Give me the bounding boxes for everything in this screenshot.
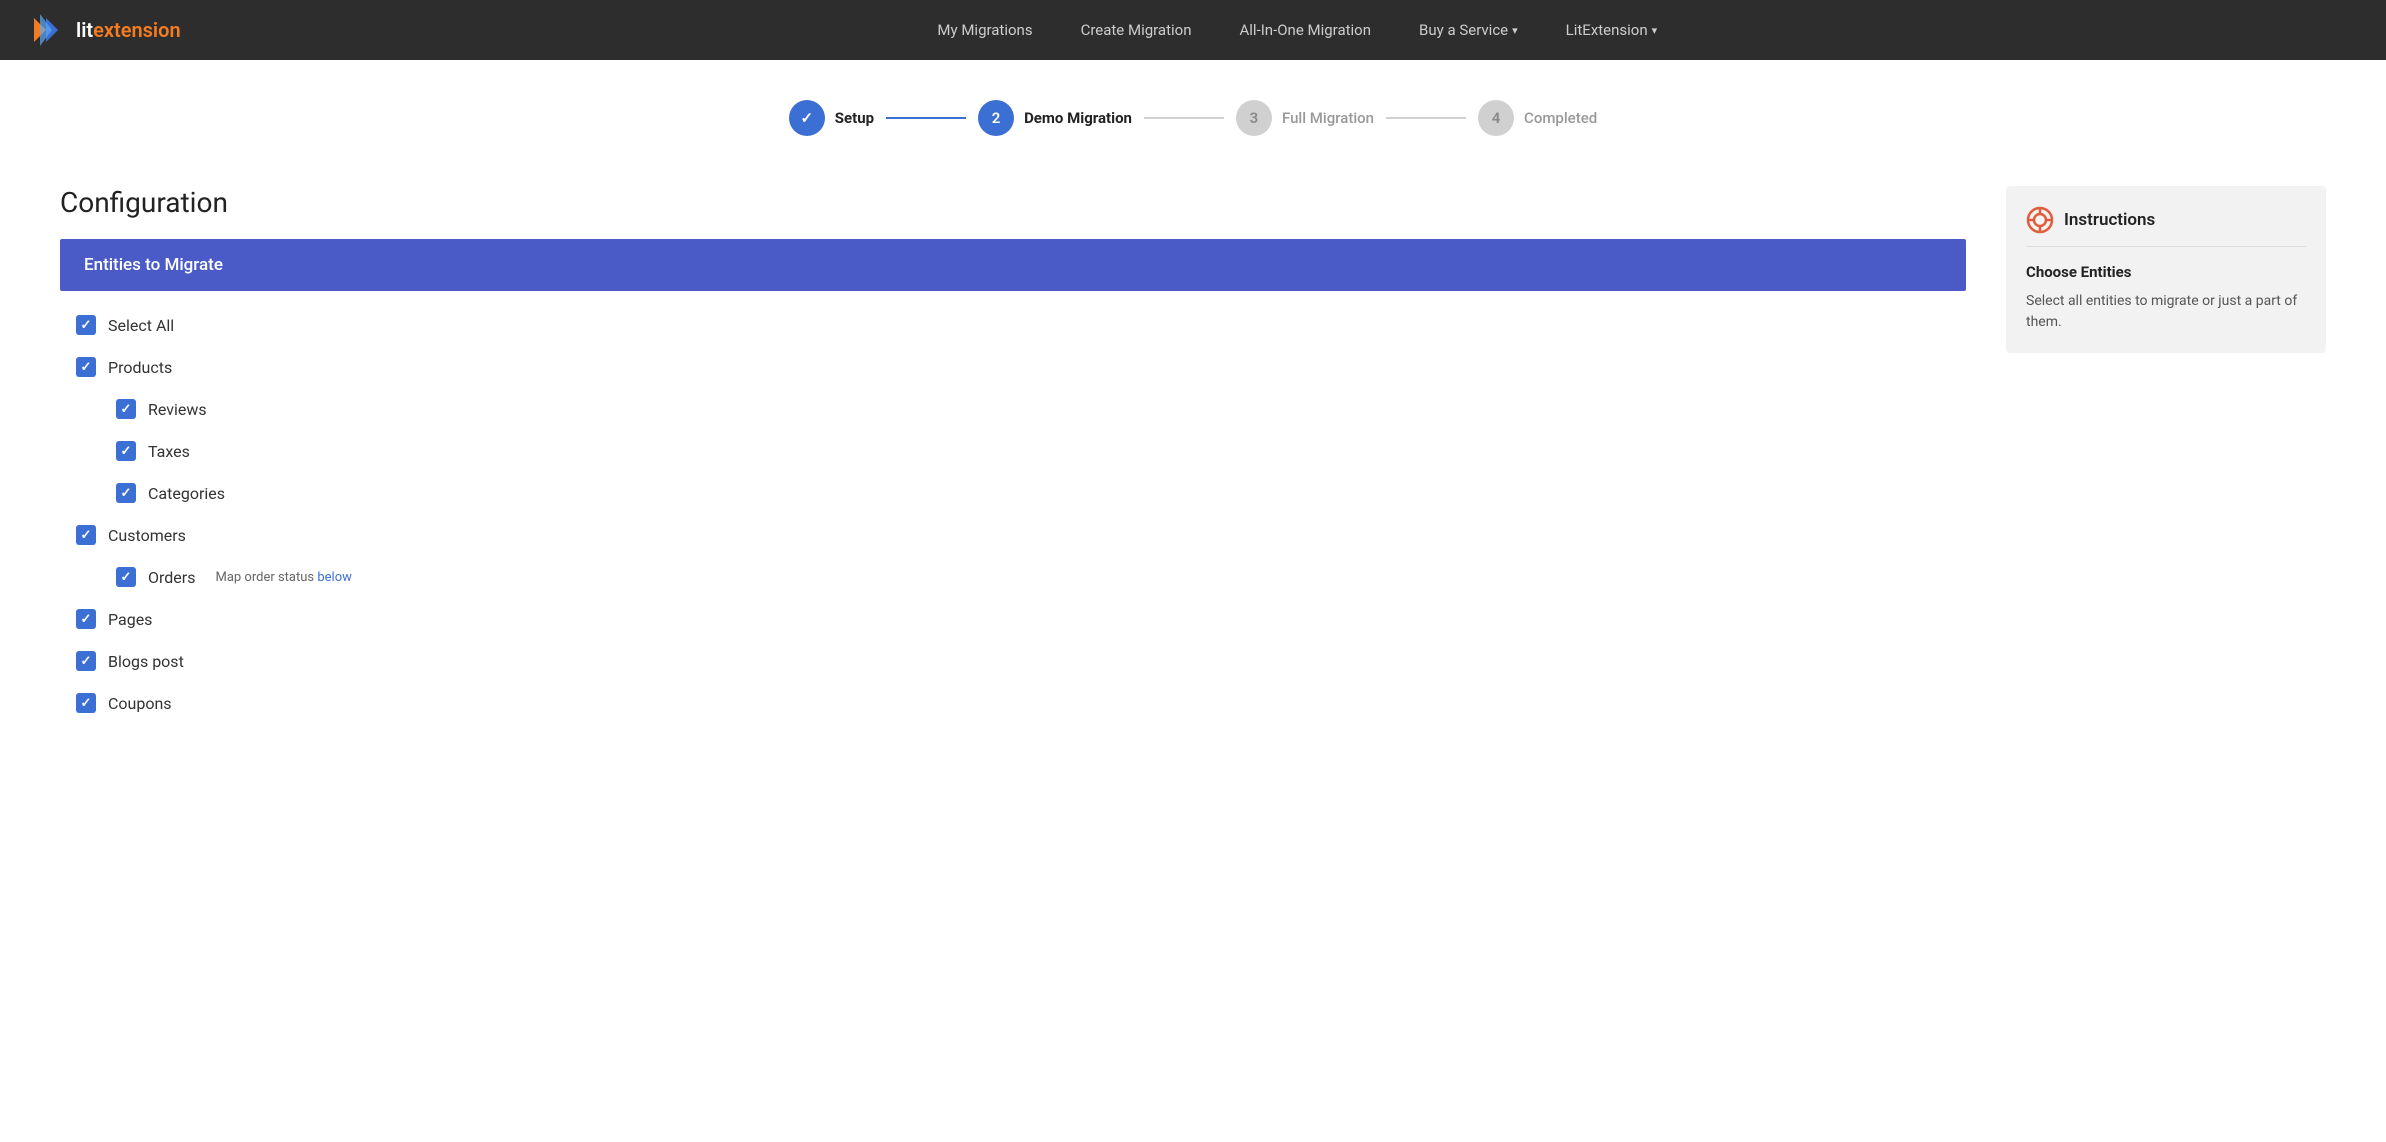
entity-reviews-label: Reviews [148, 400, 207, 419]
logo-ext-text: extension [93, 18, 181, 42]
checkbox-blogs[interactable] [76, 651, 96, 671]
instructions-title: Instructions [2064, 210, 2155, 230]
step-completed-label: Completed [1524, 109, 1597, 127]
instructions-panel: Instructions Choose Entities Select all … [2006, 186, 2326, 353]
lifebuoy-icon [2026, 206, 2054, 234]
entity-pages: Pages [76, 609, 1966, 629]
step-full: 3 Full Migration [1236, 100, 1374, 136]
instructions-subtitle: Choose Entities [2026, 263, 2306, 281]
step-completed-circle: 4 [1478, 100, 1514, 136]
checkbox-select-all[interactable] [76, 315, 96, 335]
checkbox-coupons[interactable] [76, 693, 96, 713]
step-full-label: Full Migration [1282, 109, 1374, 127]
nav-links: My Migrations Create Migration All-In-On… [241, 21, 2354, 39]
config-panel: Configuration Entities to Migrate Select… [60, 186, 1966, 735]
config-title: Configuration [60, 186, 1966, 219]
checkbox-orders[interactable] [116, 567, 136, 587]
connector-1 [886, 117, 966, 119]
entity-blogs: Blogs post [76, 651, 1966, 671]
map-order-note: Map order status below [215, 570, 351, 585]
step-completed: 4 Completed [1478, 100, 1597, 136]
step-setup: ✓ Setup [789, 100, 874, 136]
content-layout: Configuration Entities to Migrate Select… [60, 186, 2326, 735]
step-full-circle: 3 [1236, 100, 1272, 136]
nav-create-migration[interactable]: Create Migration [1081, 21, 1192, 39]
stepper: ✓ Setup 2 Demo Migration 3 Full Migratio… [60, 100, 2326, 136]
step-setup-circle: ✓ [789, 100, 825, 136]
entity-pages-label: Pages [108, 610, 152, 629]
connector-2 [1144, 117, 1224, 119]
litextension-chevron: ▾ [1652, 24, 1658, 37]
step-demo-label: Demo Migration [1024, 109, 1132, 127]
entity-customers: Customers [76, 525, 1966, 545]
step-setup-label: Setup [835, 109, 874, 127]
logo-lit-text: lit [76, 18, 93, 42]
entity-taxes: Taxes [76, 441, 1966, 461]
entity-products-label: Products [108, 358, 172, 377]
navbar: litextension My Migrations Create Migrat… [0, 0, 2386, 60]
nav-all-in-one[interactable]: All-In-One Migration [1240, 21, 1372, 39]
entity-list: Select All Products Reviews Taxes [60, 315, 1966, 713]
map-order-link[interactable]: below [317, 570, 352, 585]
nav-litextension[interactable]: LitExtension ▾ [1566, 21, 1658, 39]
logo[interactable]: litextension [32, 12, 181, 48]
entity-categories-label: Categories [148, 484, 225, 503]
nav-my-migrations[interactable]: My Migrations [937, 21, 1032, 39]
entity-products: Products [76, 357, 1966, 377]
checkbox-pages[interactable] [76, 609, 96, 629]
checkbox-customers[interactable] [76, 525, 96, 545]
entities-header: Entities to Migrate [60, 239, 1966, 291]
entity-blogs-label: Blogs post [108, 652, 184, 671]
main-content: ✓ Setup 2 Demo Migration 3 Full Migratio… [0, 60, 2386, 1142]
checkbox-taxes[interactable] [116, 441, 136, 461]
entity-orders: Orders Map order status below [76, 567, 1966, 587]
entity-select-all-label: Select All [108, 316, 174, 335]
checkbox-products[interactable] [76, 357, 96, 377]
checkbox-categories[interactable] [116, 483, 136, 503]
buy-service-chevron: ▾ [1512, 24, 1518, 37]
entity-coupons: Coupons [76, 693, 1966, 713]
step-demo: 2 Demo Migration [978, 100, 1132, 136]
entity-customers-label: Customers [108, 526, 186, 545]
connector-3 [1386, 117, 1466, 119]
entity-select-all: Select All [76, 315, 1966, 335]
entity-reviews: Reviews [76, 399, 1966, 419]
instructions-sidebar: Instructions Choose Entities Select all … [2006, 186, 2326, 353]
entity-orders-label: Orders [148, 568, 195, 587]
nav-buy-service[interactable]: Buy a Service ▾ [1419, 21, 1518, 39]
entity-coupons-label: Coupons [108, 694, 172, 713]
step-demo-circle: 2 [978, 100, 1014, 136]
instructions-body: Select all entities to migrate or just a… [2026, 291, 2306, 333]
entity-categories: Categories [76, 483, 1966, 503]
entity-taxes-label: Taxes [148, 442, 190, 461]
checkbox-reviews[interactable] [116, 399, 136, 419]
instructions-header: Instructions [2026, 206, 2306, 247]
